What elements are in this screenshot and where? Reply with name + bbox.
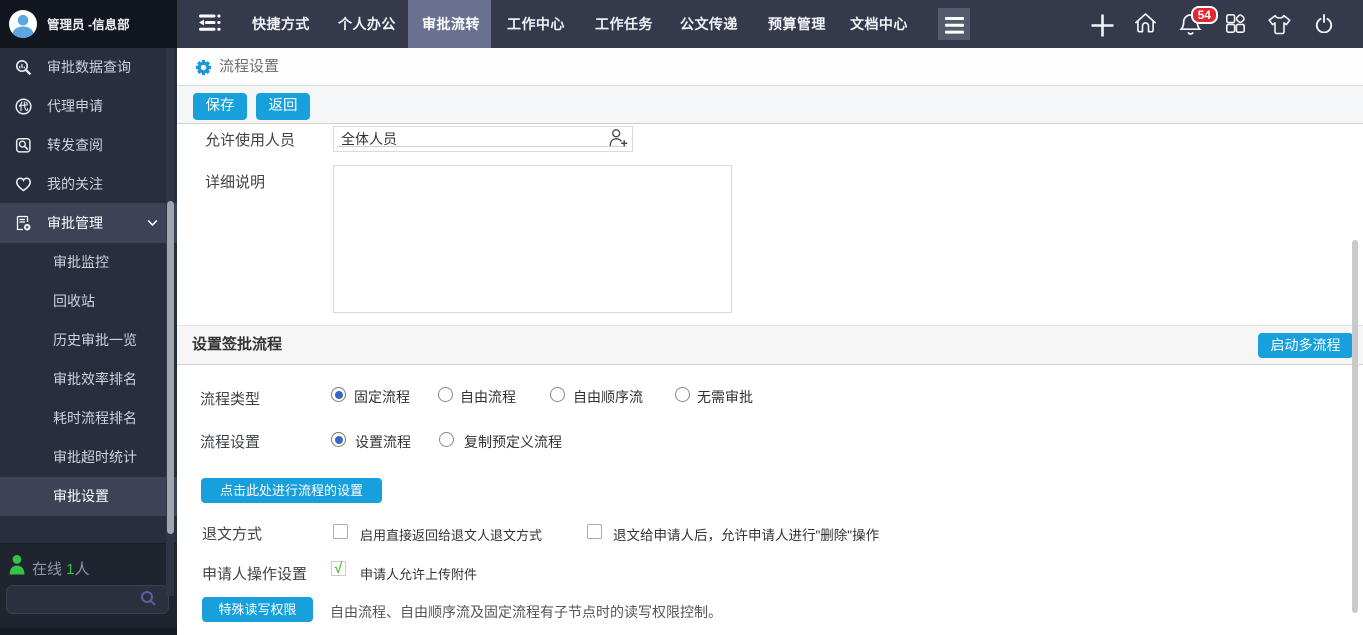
- svg-text:代: 代: [18, 101, 29, 113]
